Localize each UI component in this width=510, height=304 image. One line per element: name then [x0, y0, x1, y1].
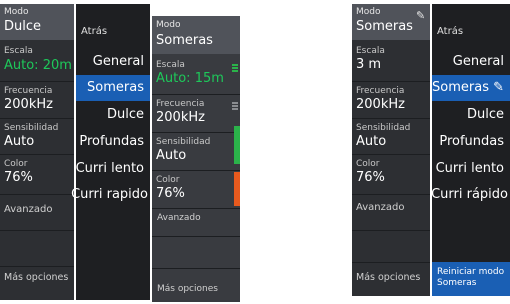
divider [152, 268, 240, 269]
color-value: 76% [156, 186, 185, 201]
sensitivity-row[interactable]: Sensibilidad Auto [352, 119, 430, 157]
sensitivity-row[interactable]: Sensibilidad Auto [152, 133, 240, 171]
mode-row[interactable]: Modo Dulce [0, 4, 74, 40]
settings-panel-right: Modo Someras ✎ Escala 3 m Frecuencia 200… [352, 4, 430, 296]
color-value: 76% [4, 170, 33, 185]
menu-item-someras[interactable]: Someras ✎ [432, 80, 504, 95]
sensitivity-level-bar [234, 126, 240, 164]
frequency-value: 200kHz [156, 110, 205, 125]
frequency-row[interactable]: Frecuencia 200kHz [0, 82, 74, 122]
menu-item-curri-rapido[interactable]: Curri rapido [71, 187, 148, 202]
sensitivity-label: Sensibilidad [4, 123, 59, 133]
back-button[interactable]: Atrás [81, 26, 107, 37]
sensitivity-value: Auto [4, 134, 35, 149]
frequency-value: 200kHz [356, 97, 405, 112]
mode-value: Someras [356, 19, 413, 34]
settings-panel-overlay: Modo Someras Escala Auto: 15m Frecuencia… [152, 16, 240, 302]
scale-label: Escala [356, 46, 385, 56]
color-row[interactable]: Color 76% [152, 171, 240, 209]
scale-row[interactable]: Escala 3 m [352, 42, 430, 80]
sensitivity-value: Auto [356, 134, 387, 149]
mode-label: Modo [156, 20, 181, 30]
back-button[interactable]: Atrás [437, 26, 463, 37]
scale-indicator-icon [232, 70, 238, 72]
frequency-indicator-icon [232, 105, 238, 107]
frequency-value: 200kHz [4, 97, 53, 112]
mode-value: Someras [156, 33, 213, 48]
mode-row[interactable]: Modo Someras ✎ [352, 4, 430, 40]
menu-item-profundas[interactable]: Profundas [439, 134, 504, 149]
mode-label: Modo [4, 7, 29, 17]
sensitivity-label: Sensibilidad [356, 123, 411, 133]
color-row[interactable]: Color 76% [352, 155, 430, 193]
scale-indicator-icon [232, 67, 238, 69]
menu-item-curri-rapido[interactable]: Curri rápido [431, 187, 508, 202]
mode-menu-right: Atrás General Someras ✎ Dulce Profundas … [431, 4, 510, 296]
frequency-label: Frecuencia [156, 99, 205, 109]
scale-label: Escala [4, 46, 33, 56]
reset-mode-label: Reiniciar modo Someras [437, 267, 505, 288]
divider [0, 194, 74, 195]
frequency-indicator-icon [232, 102, 238, 104]
frequency-row[interactable]: Frecuencia 200kHz [152, 95, 240, 133]
settings-panel-left: Modo Dulce Escala Auto: 20m Frecuencia 2… [0, 4, 74, 300]
mode-menu-left: Atrás General Someras Dulce Profundas Cu… [71, 4, 150, 300]
scale-row[interactable]: Escala Auto: 15m [152, 56, 240, 94]
mode-value: Dulce [4, 19, 42, 34]
scale-value: Auto: 15m [156, 71, 224, 86]
frequency-label: Frecuencia [4, 86, 53, 96]
edit-pencil-icon[interactable]: ✎ [416, 9, 425, 22]
menu-item-curri-lento[interactable]: Curri lento [436, 161, 504, 176]
divider [152, 236, 240, 237]
scale-value: 3 m [356, 57, 382, 72]
menu-item-dulce[interactable]: Dulce [467, 107, 504, 122]
frequency-indicator-icon [232, 108, 238, 110]
scale-value: Auto: 20m [4, 58, 72, 73]
sensitivity-value: Auto [156, 148, 187, 163]
advanced-item[interactable]: Avanzado [4, 204, 52, 215]
more-options-button[interactable]: Más opciones [356, 272, 420, 283]
sensitivity-row[interactable]: Sensibilidad Auto [0, 119, 74, 159]
color-label: Color [356, 159, 380, 169]
color-value: 76% [356, 170, 385, 185]
divider [352, 262, 430, 263]
scale-indicator-icon [232, 64, 238, 66]
menu-item-dulce[interactable]: Dulce [107, 107, 144, 122]
reset-mode-button[interactable]: Reiniciar modo Someras [432, 262, 510, 296]
color-label: Color [4, 159, 28, 169]
divider [0, 230, 74, 231]
divider [0, 266, 74, 267]
menu-item-someras[interactable]: Someras [87, 80, 144, 95]
more-options-button[interactable]: Más opciones [4, 272, 68, 283]
divider [152, 208, 240, 209]
frequency-label: Frecuencia [356, 86, 405, 96]
advanced-item[interactable]: Avanzado [356, 202, 404, 213]
sensitivity-label: Sensibilidad [156, 137, 211, 147]
menu-item-profundas[interactable]: Profundas [79, 134, 144, 149]
mode-label: Modo [356, 7, 381, 17]
advanced-item[interactable]: Avanzado [157, 213, 201, 223]
divider [352, 230, 430, 231]
scale-label: Escala [156, 60, 185, 70]
divider [352, 194, 430, 195]
mode-row[interactable]: Modo Someras [152, 16, 240, 54]
color-level-bar [234, 172, 240, 206]
frequency-row[interactable]: Frecuencia 200kHz [352, 82, 430, 120]
more-options-button[interactable]: Más opciones [157, 284, 218, 294]
scale-row[interactable]: Escala Auto: 20m [0, 42, 74, 82]
menu-item-curri-lento[interactable]: Curri lento [76, 161, 144, 176]
menu-item-general[interactable]: General [93, 54, 144, 69]
menu-item-general[interactable]: General [453, 54, 504, 69]
color-label: Color [156, 175, 180, 185]
color-row[interactable]: Color 76% [0, 155, 74, 195]
